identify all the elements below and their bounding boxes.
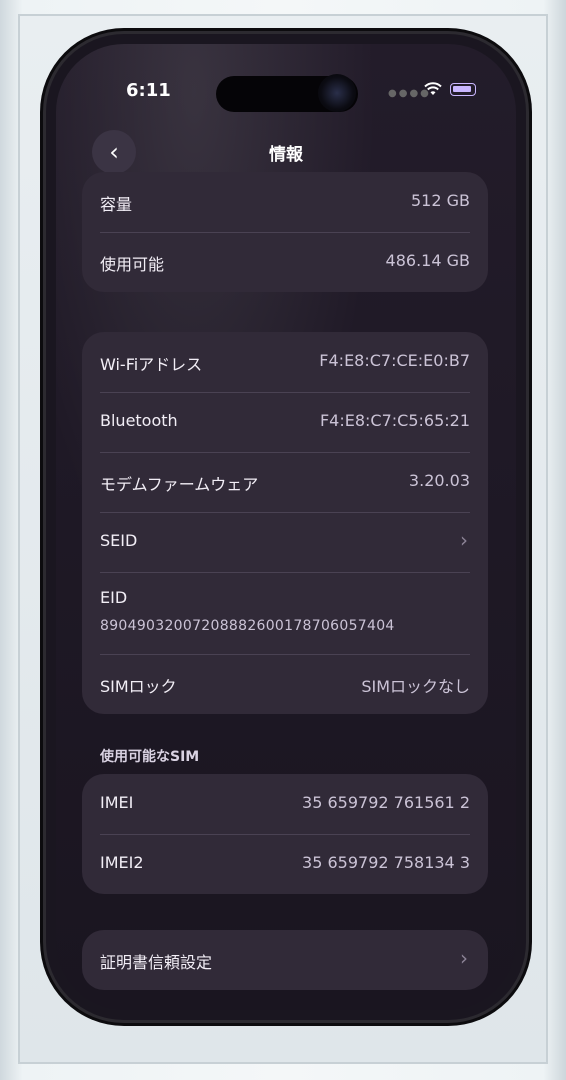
imei2-row: IMEI2 35 659792 758134 3 [82,834,488,894]
row-label: SIMロック [100,677,177,696]
list-item: 使用可能 486.14 GB [82,232,488,292]
row-value: 3.20.03 [408,471,470,490]
row-label: IMEI2 [100,853,144,872]
cert-row[interactable]: 証明書信頼設定 › [82,930,488,990]
status-time: 6:11 [126,80,171,101]
row-value: 35 659792 758134 3 [302,853,470,872]
row-label: モデムファームウェア [100,475,259,494]
imei-row: IMEI 35 659792 761561 2 [82,774,488,834]
row-label: 使用可能 [100,255,165,274]
eid-value: 89049032007208882600178706057404 [100,618,395,634]
row-label: 証明書信頼設定 [100,953,213,972]
row-value: 512 GB [411,191,470,210]
status-bar: 6:11 ●●●● [56,74,516,112]
simlock-row: SIMロック SIMロックなし [82,654,488,714]
row-label: IMEI [100,793,134,812]
sim-group: IMEI 35 659792 761561 2 IMEI2 35 659792 … [82,774,488,894]
phone: 6:11 ●●●● ‹ 情報 容量 512 GB 使用可能 486.14 GB [46,34,526,1020]
list-item: 容量 512 GB [82,172,488,232]
row-value: 35 659792 761561 2 [302,793,470,812]
camera-icon [318,74,356,112]
seid-row[interactable]: SEID › [82,512,488,572]
chevron-right-icon: › [460,528,468,552]
cert-group: 証明書信頼設定 › [82,930,488,990]
storage-group: 容量 512 GB 使用可能 486.14 GB [82,172,488,292]
section-header: 使用可能なSIM [100,749,200,765]
row-label: Wi-Fiアドレス [100,355,203,374]
row-label: Bluetooth [100,411,178,430]
chevron-right-icon: › [460,946,468,970]
wifi-row: Wi-Fiアドレス F4:E8:C7:CE:E0:B7 [82,332,488,392]
screen: 6:11 ●●●● ‹ 情報 容量 512 GB 使用可能 486.14 GB [56,44,516,1010]
row-label: 容量 [100,195,133,214]
modem-row: モデムファームウェア 3.20.03 [82,452,488,512]
row-value: F4:E8:C7:CE:E0:B7 [319,351,470,370]
eid-row: EID 89049032007208882600178706057404 [82,572,488,654]
network-group: Wi-Fiアドレス F4:E8:C7:CE:E0:B7 Bluetooth F4… [82,332,488,714]
row-value: F4:E8:C7:C5:65:21 [319,411,470,430]
row-label: SEID [100,531,138,550]
row-label: EID [100,588,128,607]
row-value: SIMロックなし [361,677,470,696]
row-value: 486.14 GB [385,251,470,270]
page-title: 情報 [269,145,303,165]
bluetooth-row: Bluetooth F4:E8:C7:C5:65:21 [82,392,488,452]
battery-icon [450,83,476,96]
wifi-icon [424,82,442,95]
